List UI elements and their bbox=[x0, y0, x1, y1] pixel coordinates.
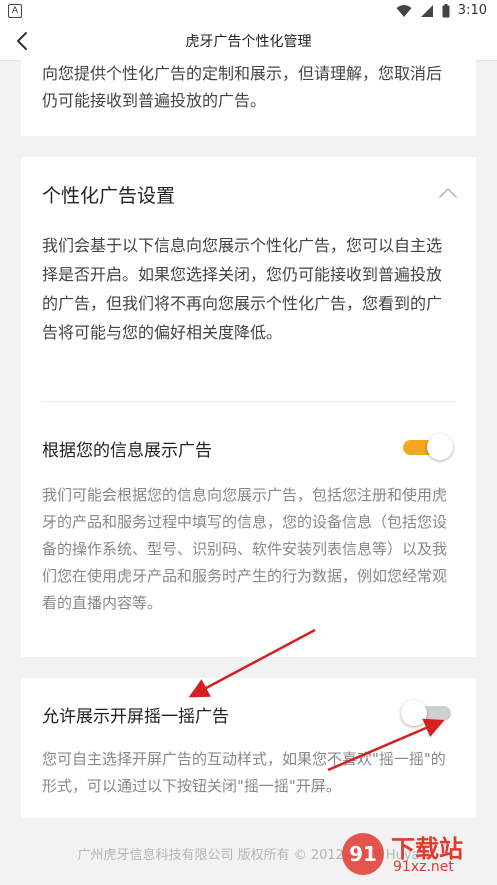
signal-icon bbox=[420, 4, 433, 17]
shake-ads-card: 允许展示开屏摇一摇广告 您可自主选择开屏广告的互动样式，如果您不喜欢"摇一摇"的… bbox=[21, 678, 476, 818]
battery-icon bbox=[442, 3, 450, 17]
section-title: 个性化广告设置 bbox=[42, 185, 176, 207]
watermark-url: 91xz.net bbox=[393, 859, 454, 875]
status-icons: 3:10 bbox=[396, 3, 487, 18]
shake-ads-label: 允许展示开屏摇一摇广告 bbox=[42, 707, 229, 727]
status-bar: A 3:10 bbox=[0, 0, 497, 22]
toggle-knob bbox=[427, 434, 453, 460]
toggle-knob bbox=[401, 700, 427, 726]
info-ads-description: 我们可能会根据您的信息向您展示广告，包括您注册和使用虎牙的产品和服务过程中填写的… bbox=[42, 486, 448, 612]
divider bbox=[42, 401, 456, 402]
shake-ads-description: 您可自主选择开屏广告的互动样式，如果您不喜欢"摇一摇"的形式，可以通过以下按钮关… bbox=[42, 750, 446, 795]
section-description: 我们会基于以下信息向您展示个性化广告，您可以自主选择是否开启。如果您选择关闭，您… bbox=[42, 236, 443, 342]
intro-card: 向您提供个性化广告的定制和展示，但请理解，您取消后仍可能接收到普遍投放的广告。 bbox=[21, 60, 476, 136]
info-ads-toggle[interactable] bbox=[401, 434, 453, 460]
wifi-icon bbox=[396, 4, 412, 17]
ad-settings-card: 个性化广告设置 我们会基于以下信息向您展示个性化广告，您可以自主选择是否开启。如… bbox=[21, 157, 476, 657]
info-ads-label: 根据您的信息展示广告 bbox=[42, 441, 212, 461]
watermark-logo: 91 下载站 91xz.net bbox=[341, 829, 491, 879]
clock: 3:10 bbox=[457, 3, 487, 18]
nav-bar: 虎牙广告个性化管理 bbox=[0, 22, 497, 61]
chevron-up-icon[interactable] bbox=[438, 187, 458, 199]
intro-text: 向您提供个性化广告的定制和展示，但请理解，您取消后仍可能接收到普遍投放的广告。 bbox=[42, 64, 443, 110]
shake-ads-toggle[interactable] bbox=[401, 700, 453, 726]
svg-text:91: 91 bbox=[349, 842, 377, 866]
page-title: 虎牙广告个性化管理 bbox=[185, 34, 312, 50]
notification-icon: A bbox=[8, 4, 22, 18]
